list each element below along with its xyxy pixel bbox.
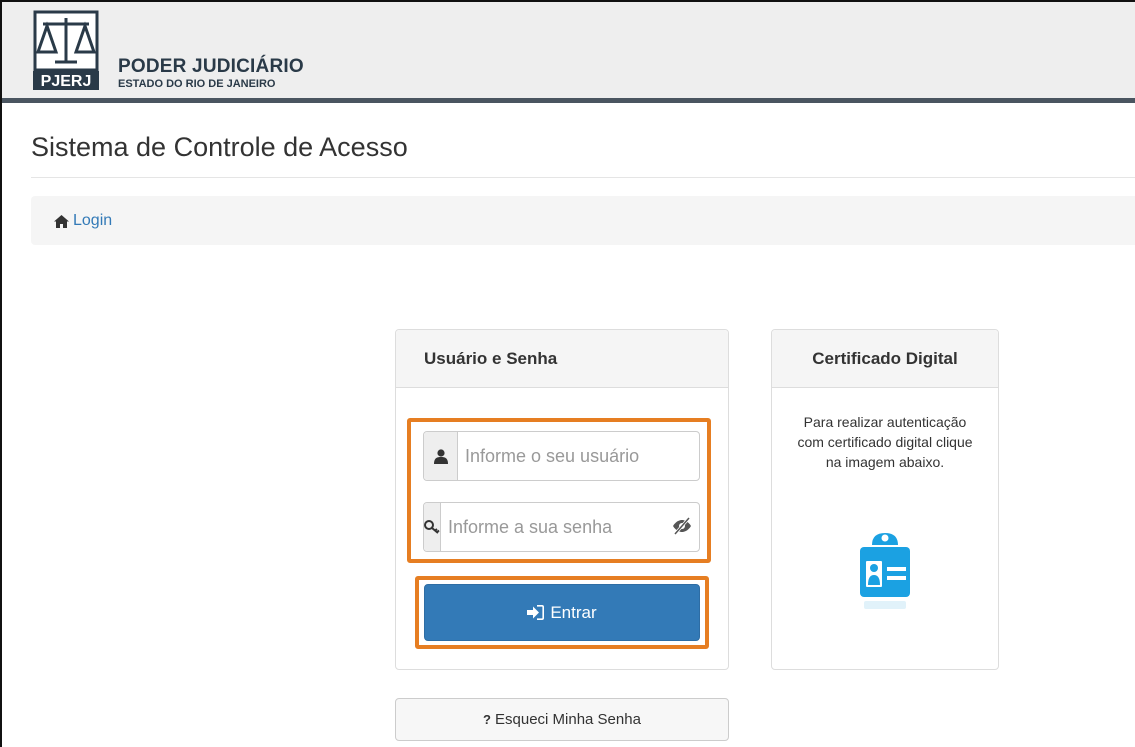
page-title: Sistema de Controle de Acesso (31, 132, 408, 162)
home-icon (54, 214, 69, 228)
site-header: PJERJ PODER JUDICIÁRIO ESTADO DO RIO DE … (2, 2, 1135, 98)
password-addon (424, 503, 441, 551)
login-button[interactable]: Entrar (424, 584, 700, 641)
breadcrumb-login-link[interactable]: Login (54, 212, 112, 230)
certificate-description: Para realizar autenticação com certifica… (797, 414, 973, 470)
forgot-password-label: Esqueci Minha Senha (495, 711, 641, 728)
header-divider (2, 98, 1135, 103)
id-card-icon[interactable] (850, 527, 920, 617)
login-button-label: Entrar (550, 602, 597, 622)
certificate-panel: Certificado Digital Para realizar autent… (771, 329, 999, 670)
eye-slash-icon[interactable] (672, 517, 692, 535)
forgot-password-button[interactable]: ? Esqueci Minha Senha (395, 698, 729, 741)
password-group (423, 502, 708, 552)
window-left-border (0, 0, 2, 747)
key-icon (424, 520, 440, 534)
question-icon: ? (483, 712, 491, 727)
brand: PODER JUDICIÁRIO ESTADO DO RIO DE JANEIR… (118, 56, 304, 91)
username-input[interactable] (458, 432, 699, 480)
username-addon (424, 432, 458, 480)
pjerj-logo: PJERJ (33, 10, 99, 90)
user-icon (433, 448, 448, 464)
username-group (423, 431, 700, 481)
sign-in-icon (527, 605, 545, 620)
logo-text: PJERJ (41, 73, 92, 90)
certificate-panel-heading: Certificado Digital (772, 330, 998, 388)
brand-subtitle: ESTADO DO RIO DE JANEIRO (118, 78, 276, 90)
password-input[interactable] (441, 503, 708, 551)
title-divider (31, 177, 1135, 178)
login-panel-heading: Usuário e Senha (396, 330, 728, 388)
breadcrumb: Login (31, 196, 1135, 245)
breadcrumb-login-label: Login (73, 212, 113, 229)
brand-title: PODER JUDICIÁRIO (118, 56, 304, 77)
